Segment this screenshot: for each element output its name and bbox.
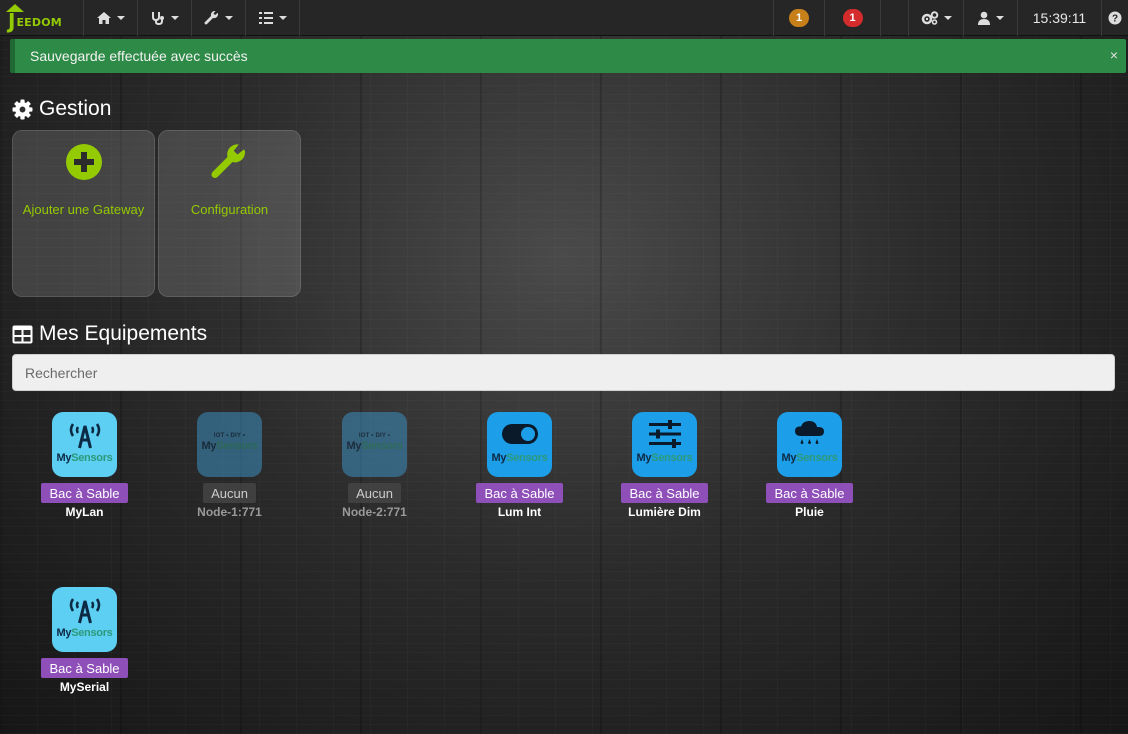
mysensors-logo: MySensors (201, 440, 258, 452)
alert-message: Sauvegarde effectuée avec succès (30, 48, 248, 64)
tasks-icon (259, 12, 273, 24)
cogs-icon (921, 11, 938, 25)
logo-j-icon: J (6, 4, 24, 31)
equipment-icon: MySensors (52, 412, 117, 477)
brand-logo[interactable]: J EEDOM (0, 0, 84, 36)
help-button[interactable]: ? (1102, 0, 1128, 36)
chevron-down-icon (117, 16, 125, 20)
cog-icon (12, 99, 33, 119)
object-tag: Bac à Sable (41, 483, 128, 503)
object-tag: Bac à Sable (621, 483, 708, 503)
object-tag: Bac à Sable (766, 483, 853, 503)
tools-menu[interactable] (192, 0, 246, 36)
danger-badge: 1 (842, 9, 863, 27)
mysensors-logo: MySensors (346, 440, 403, 452)
mysensors-logo: MySensors (56, 627, 113, 639)
equipment-icon: MySensors (632, 412, 697, 477)
equipements-title-text: Mes Equipements (39, 322, 208, 345)
object-tag: Bac à Sable (41, 658, 128, 678)
wrench-icon (210, 144, 245, 179)
equipment-myserial[interactable]: MySensors Bac à Sable MySerial (12, 587, 157, 694)
warning-notifications[interactable]: 1 (773, 0, 825, 36)
equipment-icon: IOT • DIY • MySensors (197, 412, 262, 477)
equipment-icon: MySensors (52, 587, 117, 652)
chevron-down-icon (171, 16, 179, 20)
mysensors-logo: MySensors (56, 452, 113, 464)
clock-time: 15:39:11 (1032, 10, 1087, 26)
search-input[interactable] (12, 354, 1115, 391)
equipment-name: Node-2:771 (342, 505, 407, 519)
chevron-down-icon (279, 16, 287, 20)
iot-diy-text: IOT • DIY • (358, 433, 391, 439)
equipment-node-2[interactable]: IOT • DIY • MySensors Aucun Node-2:771 (302, 412, 447, 519)
chevron-down-icon (225, 16, 233, 20)
equipment-icon: MySensors (777, 412, 842, 477)
danger-notifications[interactable]: 1 (825, 0, 881, 36)
equipements-title: Mes Equipements (12, 322, 207, 346)
equipment-name: Lumière Dim (628, 505, 701, 519)
toggle-icon (501, 424, 538, 444)
success-alert: Sauvegarde effectuée avec succès × (10, 39, 1126, 73)
iot-diy-text: IOT • DIY • (213, 433, 246, 439)
gestion-title: Gestion (12, 97, 111, 121)
user-menu[interactable] (964, 0, 1018, 36)
configuration-card[interactable]: Configuration (158, 130, 301, 297)
antenna-icon (69, 598, 100, 624)
user-icon (978, 11, 990, 25)
mysensors-logo: MySensors (781, 452, 838, 464)
sliders-icon (648, 420, 681, 448)
wrench-icon (204, 10, 219, 25)
equipment-pluie[interactable]: MySensors Bac à Sable Pluie (737, 412, 882, 519)
plus-circle-icon (65, 144, 102, 180)
configuration-label: Configuration (190, 202, 269, 217)
equipment-lum-int[interactable]: MySensors Bac à Sable Lum Int (447, 412, 592, 519)
equipment-name: MySerial (59, 680, 110, 694)
add-gateway-label: Ajouter une Gateway (22, 202, 145, 217)
home-menu[interactable] (84, 0, 138, 36)
close-icon[interactable]: × (1110, 47, 1118, 63)
object-tag: Aucun (203, 483, 256, 503)
settings-menu[interactable] (908, 0, 964, 36)
equipment-lumiere-dim[interactable]: MySensors Bac à Sable Lumière Dim (592, 412, 737, 519)
equipment-name: Pluie (795, 505, 824, 519)
warning-badge: 1 (789, 9, 809, 27)
mysensors-logo: MySensors (636, 452, 693, 464)
object-tag: Bac à Sable (476, 483, 563, 503)
clock: 15:39:11 (1018, 0, 1102, 36)
stethoscope-icon (152, 12, 164, 26)
antenna-icon (69, 423, 100, 449)
equipment-icon: MySensors (487, 412, 552, 477)
brand-text: EEDOM (16, 16, 62, 29)
question-circle-icon: ? (1108, 11, 1122, 25)
equipment-icon: IOT • DIY • MySensors (342, 412, 407, 477)
gestion-title-text: Gestion (39, 97, 112, 120)
home-icon (97, 12, 111, 24)
chevron-down-icon (943, 16, 952, 20)
top-navbar: J EEDOM 1 1 15:39:11 ? (0, 0, 1128, 36)
equipment-name: Node-1:771 (197, 505, 262, 519)
health-menu[interactable] (138, 0, 192, 36)
svg-text:?: ? (1112, 14, 1118, 25)
add-gateway-card[interactable]: Ajouter une Gateway (12, 130, 155, 297)
table-icon (12, 325, 33, 343)
equipment-node-1[interactable]: IOT • DIY • MySensors Aucun Node-1:771 (157, 412, 302, 519)
equipment-name: Lum Int (497, 505, 542, 519)
mysensors-logo: MySensors (491, 452, 548, 464)
object-tag: Aucun (348, 483, 401, 503)
equipment-name: MyLan (65, 505, 104, 519)
tasks-menu[interactable] (246, 0, 300, 36)
rain-cloud-icon (794, 421, 824, 445)
equipment-mylan[interactable]: MySensors Bac à Sable MyLan (12, 412, 157, 519)
jeedom-logo: J EEDOM (6, 4, 62, 31)
chevron-down-icon (996, 16, 1004, 20)
